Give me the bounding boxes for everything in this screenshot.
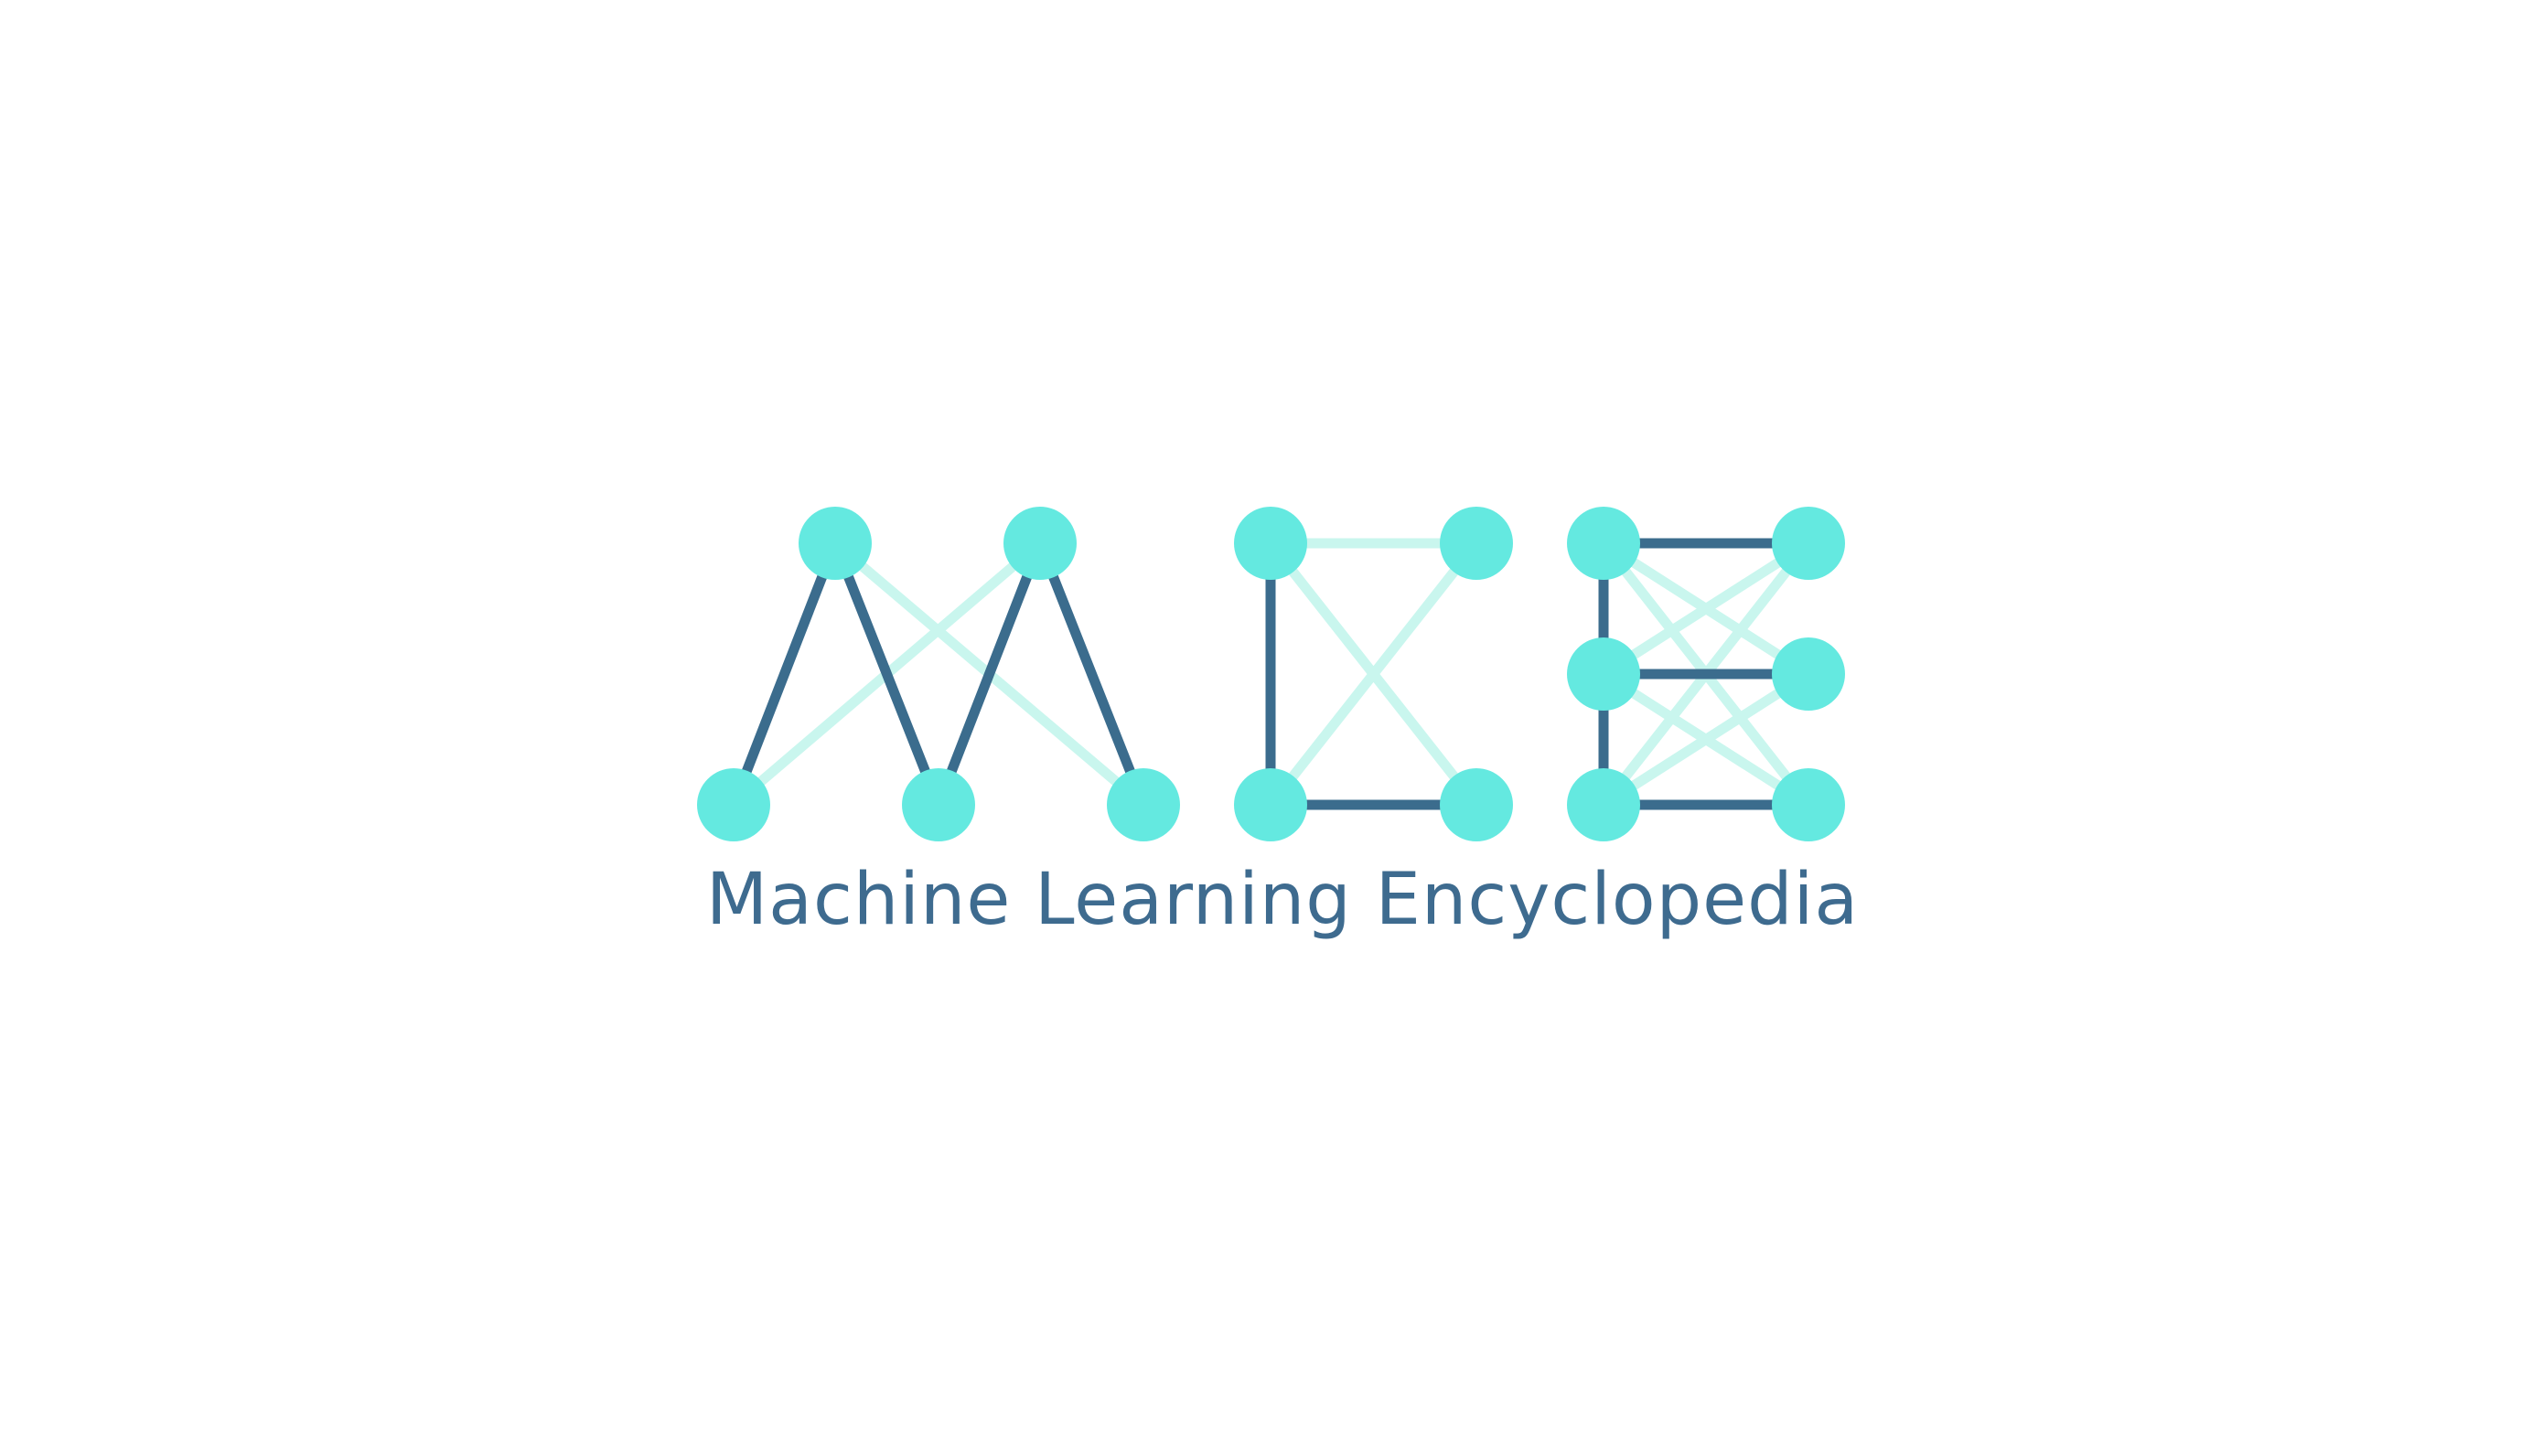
network-node [1234, 507, 1307, 580]
network-node [1772, 768, 1845, 841]
network-node [1440, 768, 1513, 841]
network-node [902, 768, 975, 841]
logo-canvas: Machine Learning Encyclopedia [0, 0, 2532, 1456]
network-node [1107, 768, 1180, 841]
strong-connections [728, 538, 1814, 810]
network-node [1567, 507, 1640, 580]
network-node [1567, 768, 1640, 841]
network-node [1567, 637, 1640, 711]
network-node [1772, 507, 1845, 580]
network-node [1440, 507, 1513, 580]
logo-tagline: Machine Learning Encyclopedia [705, 859, 1860, 941]
network-node [799, 507, 872, 580]
mle-network-logo [697, 507, 1845, 841]
network-node [1772, 637, 1845, 711]
network-node [1234, 768, 1307, 841]
network-node [697, 768, 770, 841]
network-node [1003, 507, 1077, 580]
